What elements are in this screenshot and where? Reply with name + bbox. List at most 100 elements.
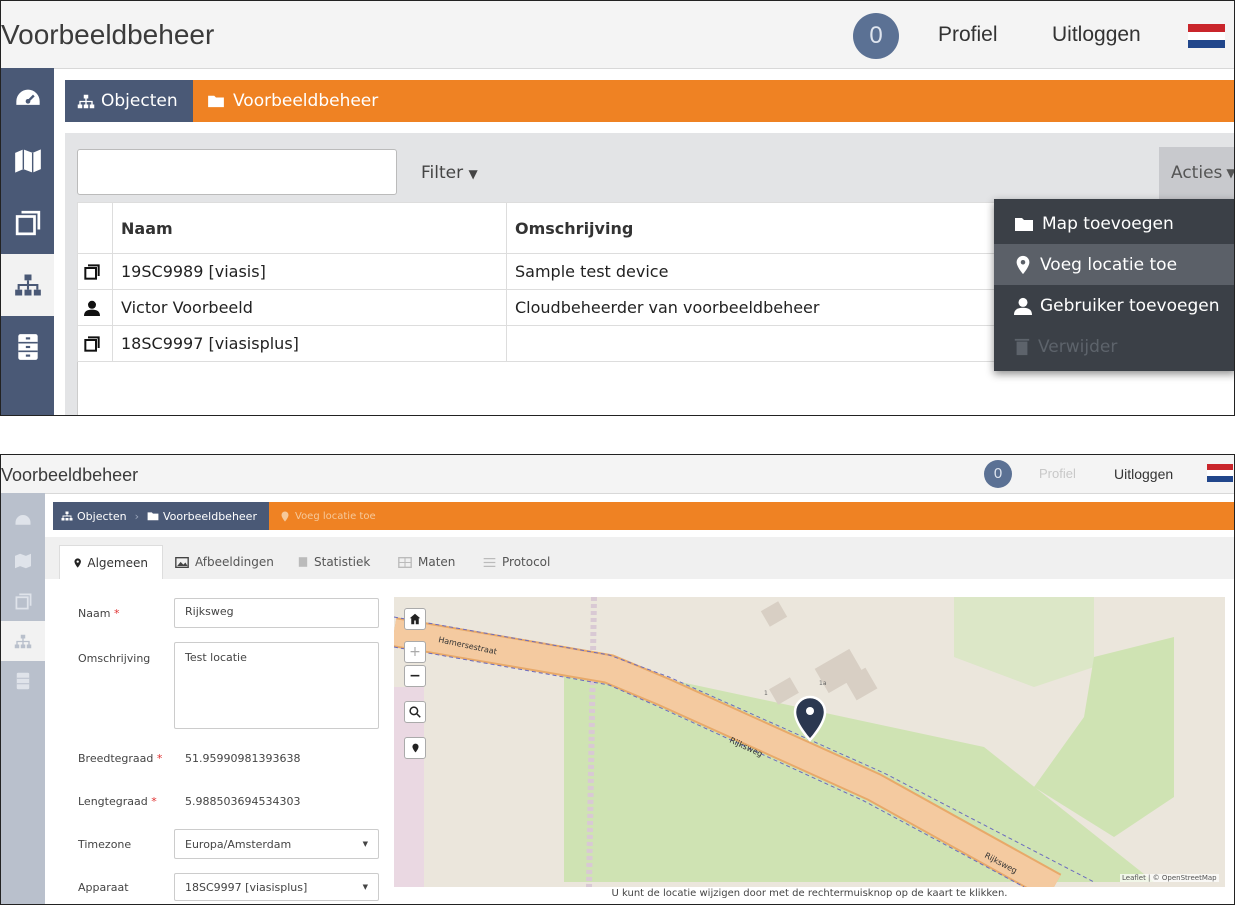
menu-item-label: Verwijder: [1038, 336, 1118, 357]
caret-down-icon: ▼: [468, 167, 478, 181]
search-icon: [409, 706, 421, 718]
profile-link[interactable]: Profiel: [1039, 466, 1076, 481]
device-select[interactable]: 18SC9997 [viasisplus] ▼: [174, 873, 379, 901]
image-icon: [175, 556, 189, 568]
row-name: Victor Voorbeeld: [112, 289, 507, 326]
map-marker-icon: [1016, 255, 1030, 274]
logout-link[interactable]: Uitloggen: [1114, 466, 1173, 482]
description-textarea[interactable]: Test locatie: [174, 642, 379, 729]
tab-label: Maten: [418, 555, 456, 569]
latitude-label: Breedtegraad *: [78, 752, 163, 765]
device-label: Apparaat: [78, 881, 129, 894]
tab-statistics[interactable]: Statistiek: [298, 545, 370, 579]
breadcrumb-objects-label: Objecten: [101, 91, 178, 111]
user-icon: [1014, 297, 1032, 315]
app-title[interactable]: Voorbeeldbeheer: [1, 465, 138, 486]
caret-down-icon: ▼: [362, 883, 368, 891]
device-icon: [77, 253, 113, 290]
longitude-label: Lengtegraad *: [78, 795, 157, 808]
filter-dropdown[interactable]: Filter ▼: [421, 163, 478, 183]
tab-measurements[interactable]: Maten: [398, 545, 455, 579]
breadcrumb-separator: [181, 80, 193, 122]
description-label: Omschrijving: [78, 652, 151, 665]
breadcrumb-objects[interactable]: Objecten: [65, 80, 193, 122]
breadcrumb-folder-label[interactable]: Voorbeeldbeheer: [163, 510, 257, 523]
map-tiles[interactable]: Hamersestraat Rijksweg Rijksweg 1 1a: [394, 597, 1225, 887]
breadcrumb-objects-label: Objecten: [77, 509, 127, 523]
breadcrumb-objects[interactable]: Objecten › Voorbeeldbeheer: [53, 502, 269, 530]
tab-bar: Algemeen Afbeeldingen Statistiek Maten P…: [45, 537, 1234, 579]
map-marker-icon: [74, 557, 81, 568]
timezone-select[interactable]: Europa/Amsterdam ▼: [174, 829, 379, 859]
map-icon[interactable]: [1, 130, 54, 192]
trash-icon: [1014, 338, 1030, 355]
breadcrumb-folder[interactable]: Voorbeeldbeheer: [207, 80, 378, 122]
user-icon: [77, 289, 113, 326]
device-value: 18SC9997 [viasisplus]: [185, 880, 308, 894]
menu-item-label: Gebruiker toevoegen: [1040, 295, 1220, 316]
notification-badge[interactable]: 0: [853, 13, 899, 59]
name-field[interactable]: Rijksweg: [174, 598, 379, 628]
zoom-out-button[interactable]: −: [404, 665, 426, 687]
timezone-value: Europa/Amsterdam: [185, 837, 292, 851]
column-header-name[interactable]: Naam: [112, 202, 507, 254]
protocol-icon: [483, 557, 496, 567]
devices-icon[interactable]: [1, 581, 45, 621]
app-title[interactable]: Voorbeeldbeheer: [1, 19, 214, 51]
devices-icon[interactable]: [1, 192, 54, 254]
search-input[interactable]: [77, 149, 397, 195]
house-number: 1: [764, 690, 768, 697]
menu-item-label: Map toevoegen: [1042, 213, 1174, 234]
statistics-icon: [298, 557, 308, 567]
map-locate-button[interactable]: [404, 737, 426, 759]
menu-item-delete: Verwijder: [994, 326, 1234, 367]
hierarchy-icon[interactable]: [1, 621, 45, 661]
map-marker-icon: [411, 743, 419, 753]
tab-label: Afbeeldingen: [195, 555, 274, 569]
icon-column-header: [77, 202, 113, 254]
map-hint: U kunt de locatie wijzigen door met de r…: [611, 888, 1008, 899]
storage-icon[interactable]: [1, 316, 54, 378]
dutch-flag-icon[interactable]: [1207, 464, 1233, 482]
tab-label: Statistiek: [314, 555, 371, 569]
caret-down-icon: ▼: [362, 840, 368, 848]
logout-link[interactable]: Uitloggen: [1052, 23, 1141, 47]
menu-item-add-user[interactable]: Gebruiker toevoegen: [994, 285, 1234, 326]
dashboard-icon[interactable]: [1, 68, 54, 130]
device-icon: [77, 325, 113, 362]
name-label: Naam *: [78, 607, 120, 620]
house-number: 1a: [819, 680, 827, 687]
sidebar-nav: [1, 493, 45, 904]
dashboard-icon[interactable]: [1, 501, 45, 541]
zoom-in-button[interactable]: +: [404, 641, 426, 663]
breadcrumb-folder-label: Voorbeeldbeheer: [233, 91, 379, 111]
tab-protocol[interactable]: Protocol: [483, 545, 550, 579]
map-icon[interactable]: [1, 541, 45, 581]
notification-badge[interactable]: 0: [984, 460, 1012, 488]
profile-link[interactable]: Profiel: [938, 23, 998, 47]
breadcrumb: Objecten › Voorbeeldbeheer Voeg locatie …: [53, 502, 1234, 530]
longitude-value: 5.988503694534303: [185, 795, 301, 808]
map-home-button[interactable]: [404, 608, 426, 630]
map-search-button[interactable]: [404, 701, 426, 723]
menu-item-add-folder[interactable]: Map toevoegen: [994, 203, 1234, 244]
measurements-icon: [398, 556, 412, 568]
hierarchy-icon[interactable]: [1, 254, 54, 316]
tab-images[interactable]: Afbeeldingen: [175, 545, 274, 579]
storage-icon[interactable]: [1, 661, 45, 701]
actions-menu: Map toevoegen Voeg locatie toe Gebruiker…: [994, 199, 1234, 371]
folder-icon: [1015, 217, 1033, 231]
map-attribution[interactable]: Leaflet | © OpenStreetMap: [1120, 874, 1219, 882]
timezone-label: Timezone: [78, 838, 132, 851]
location-map[interactable]: Hamersestraat Rijksweg Rijksweg 1 1a: [394, 597, 1225, 887]
tab-label: Algemeen: [87, 555, 148, 570]
breadcrumb: Objecten Voorbeeldbeheer: [65, 80, 1234, 122]
tab-general[interactable]: Algemeen: [59, 545, 163, 579]
dutch-flag-icon[interactable]: [1188, 24, 1225, 48]
top-bar: Voorbeeldbeheer 0 Profiel Uitloggen: [1, 455, 1234, 494]
menu-item-add-location[interactable]: Voeg locatie toe: [994, 244, 1234, 285]
breadcrumb-current-label: Voeg locatie toe: [295, 510, 376, 522]
actions-button[interactable]: Acties ▼: [1159, 147, 1234, 199]
breadcrumb-current: Voeg locatie toe: [281, 502, 376, 530]
filter-label: Filter: [421, 163, 464, 183]
